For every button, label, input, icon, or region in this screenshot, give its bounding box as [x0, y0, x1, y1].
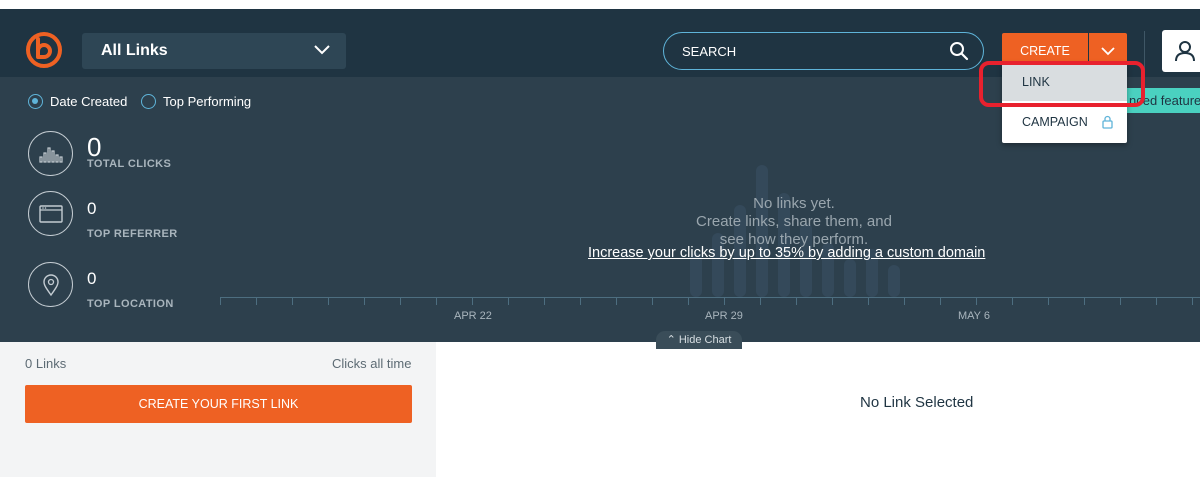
sort-option-label: Date Created [50, 94, 128, 109]
axis-tick [724, 297, 725, 305]
highlight-annotation [979, 61, 1145, 107]
empty-line: Create links, share them, and [696, 213, 892, 230]
top-referrer-label: TOP REFERRER [87, 228, 178, 240]
radio-selected-icon [28, 94, 43, 109]
user-menu-button[interactable] [1162, 30, 1200, 72]
axis-tick [760, 297, 761, 305]
link-filter-dropdown[interactable]: All Links [82, 33, 346, 69]
axis-tick [436, 297, 437, 305]
axis-tick [1192, 297, 1193, 305]
user-icon [1175, 41, 1195, 62]
chart-x-axis [220, 297, 1200, 298]
sort-option-label: Top Performing [163, 94, 252, 109]
empty-chart-message: No links yet. Create links, share them, … [620, 195, 968, 249]
browser-window-icon [28, 191, 73, 236]
no-link-selected-message: No Link Selected [860, 394, 974, 411]
top-location-value: 0 [87, 269, 97, 288]
search-box[interactable] [663, 32, 984, 70]
search-input[interactable] [682, 42, 932, 60]
links-count: 0 Links [25, 356, 67, 371]
clicks-chart-icon [28, 131, 73, 176]
radio-unselected-icon [141, 94, 156, 109]
x-axis-label: APR 29 [705, 310, 743, 322]
empty-line: No links yet. [753, 195, 835, 212]
axis-tick [544, 297, 545, 305]
chevron-down-icon [314, 45, 330, 55]
axis-tick [940, 297, 941, 305]
axis-tick [688, 297, 689, 305]
hide-chart-label: Hide Chart [678, 334, 732, 346]
axis-tick [1156, 297, 1157, 305]
axis-tick [976, 297, 977, 305]
axis-tick [904, 297, 905, 305]
axis-tick [832, 297, 833, 305]
bitly-logo[interactable] [25, 31, 63, 69]
create-first-link-button[interactable]: CREATE YOUR FIRST LINK [25, 385, 412, 423]
header-divider [1144, 31, 1145, 71]
top-location-label: TOP LOCATION [87, 298, 174, 310]
axis-tick [1084, 297, 1085, 305]
links-list-panel: 0 Links Clicks all time CREATE YOUR FIRS… [0, 342, 436, 477]
sort-date-created-radio[interactable]: Date Created [28, 94, 127, 109]
chevron-up-icon: ⌃ [666, 334, 676, 346]
custom-domain-promo-link[interactable]: Increase your clicks by up to 35% by add… [588, 245, 985, 261]
axis-tick [1048, 297, 1049, 305]
axis-tick [256, 297, 257, 305]
link-filter-label: All Links [101, 42, 168, 59]
sort-label[interactable]: Clicks all time [332, 356, 411, 371]
axis-tick [220, 297, 221, 305]
location-pin-icon [28, 262, 73, 307]
axis-tick [1120, 297, 1121, 305]
sort-top-performing-radio[interactable]: Top Performing [141, 94, 251, 109]
total-clicks-label: TOTAL CLICKS [87, 158, 172, 170]
axis-tick [796, 297, 797, 305]
axis-tick [868, 297, 869, 305]
axis-tick [652, 297, 653, 305]
hide-chart-toggle[interactable]: ⌃ Hide Chart [656, 331, 742, 349]
axis-tick [508, 297, 509, 305]
axis-tick [616, 297, 617, 305]
axis-tick [580, 297, 581, 305]
axis-tick [292, 297, 293, 305]
lock-icon [1102, 115, 1113, 129]
axis-tick [328, 297, 329, 305]
x-axis-label: MAY 6 [958, 310, 990, 322]
menu-item-campaign[interactable]: CAMPAIGN [1002, 103, 1127, 141]
top-referrer-value: 0 [87, 199, 97, 218]
axis-tick [400, 297, 401, 305]
search-icon[interactable] [949, 41, 969, 61]
top-strip [0, 0, 1200, 9]
axis-tick [364, 297, 365, 305]
x-axis-label: APR 22 [454, 310, 492, 322]
chevron-down-icon [1101, 47, 1115, 56]
axis-tick [1012, 297, 1013, 305]
axis-tick [472, 297, 473, 305]
menu-item-label: CAMPAIGN [1022, 115, 1088, 129]
